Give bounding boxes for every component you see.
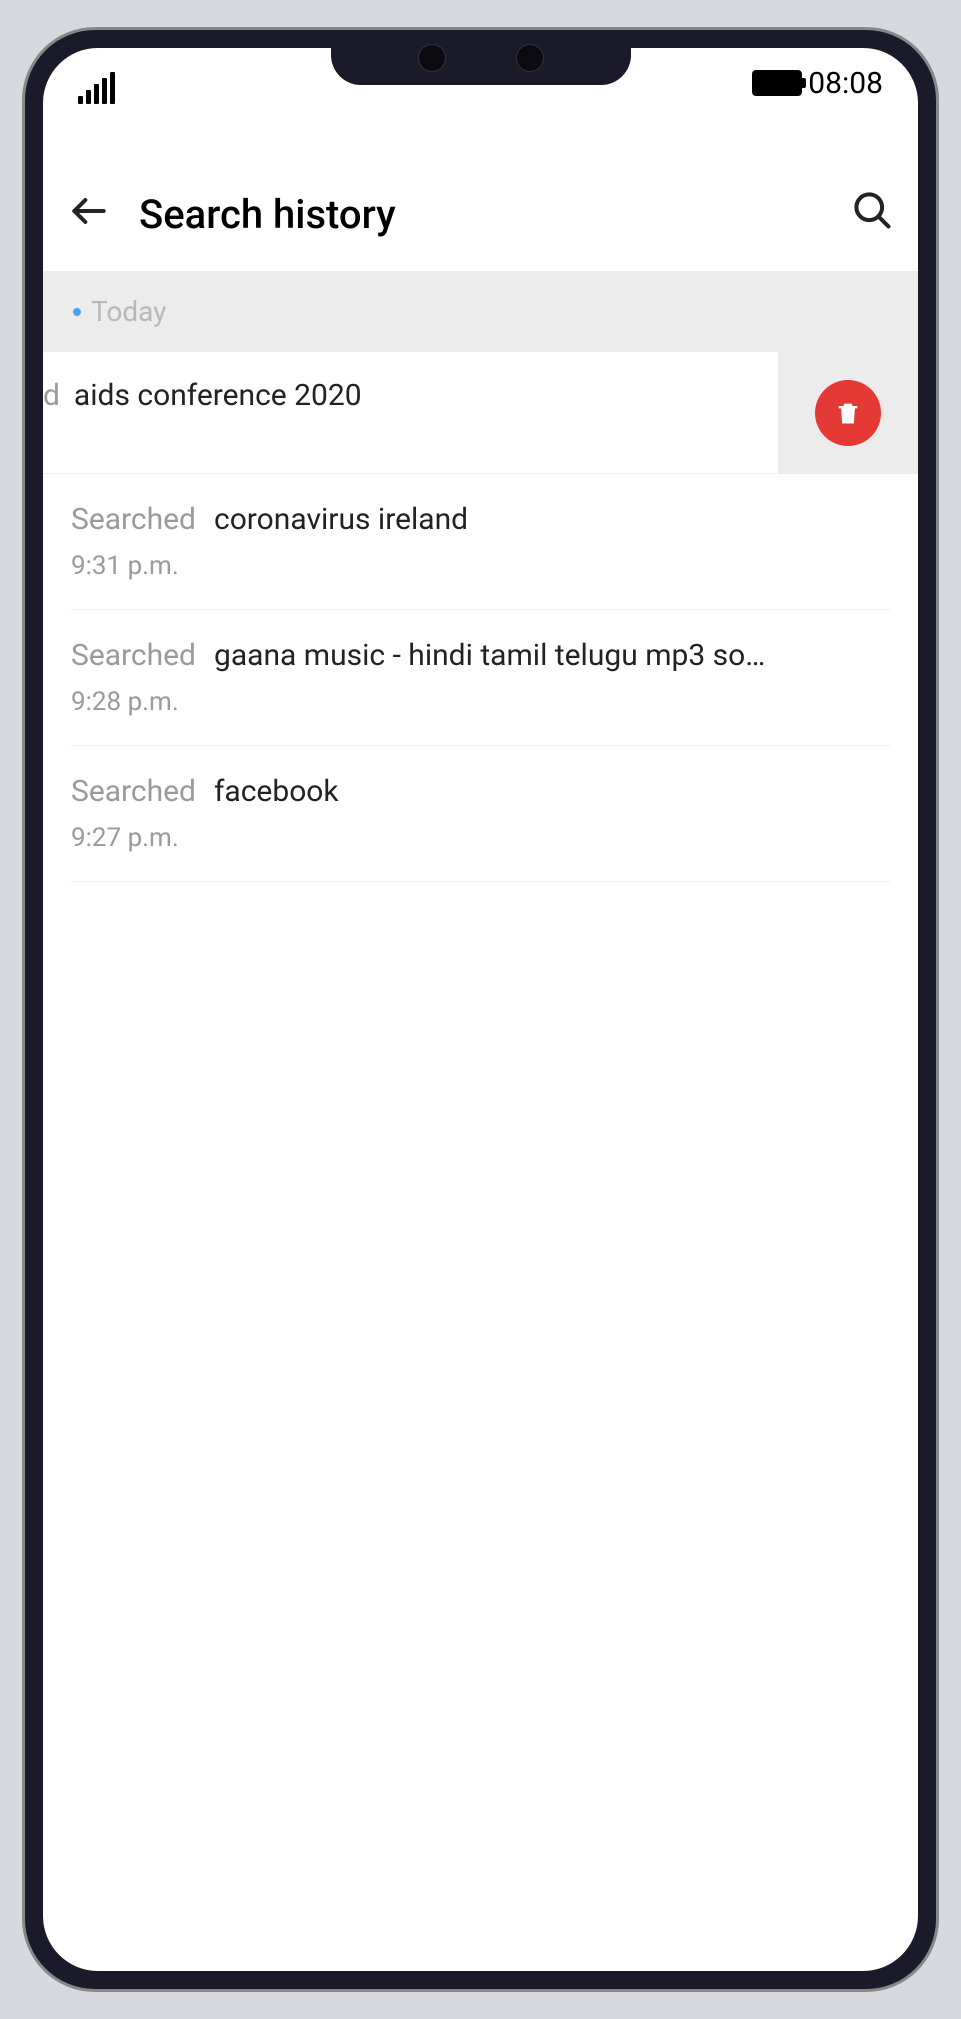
- camera-dot: [516, 44, 544, 72]
- delete-button[interactable]: [815, 380, 881, 446]
- query-text: facebook: [214, 774, 339, 809]
- arrow-left-icon: [67, 189, 111, 233]
- back-button[interactable]: [67, 189, 111, 240]
- row-time: 9:31 p.m.: [71, 551, 890, 581]
- searched-label: Searched: [71, 638, 196, 673]
- section-dot-icon: [73, 308, 81, 316]
- history-row[interactable]: Searched coronavirus ireland 9:31 p.m.: [71, 474, 890, 610]
- searched-label: Searched: [71, 774, 196, 809]
- query-text: coronavirus ireland: [214, 502, 468, 537]
- phone-frame: 08:08 Search history Today d aids confer…: [25, 30, 936, 1989]
- truncated-label: d: [43, 378, 60, 413]
- query-text: gaana music - hindi tamil telugu mp3 son…: [214, 638, 774, 673]
- history-list: Searched coronavirus ireland 9:31 p.m. S…: [43, 474, 918, 882]
- searched-label: Searched: [71, 502, 196, 537]
- row-time: 9:28 p.m.: [71, 687, 890, 717]
- camera-dot: [418, 44, 446, 72]
- phone-screen: 08:08 Search history Today d aids confer…: [43, 48, 918, 1971]
- history-row[interactable]: Searched gaana music - hindi tamil telug…: [71, 610, 890, 746]
- history-row-swiped[interactable]: d aids conference 2020: [43, 352, 918, 474]
- status-right: 08:08: [752, 66, 883, 101]
- history-row-content[interactable]: d aids conference 2020: [43, 352, 778, 474]
- search-icon: [850, 188, 894, 232]
- search-button[interactable]: [850, 188, 894, 241]
- section-label: Today: [91, 295, 166, 328]
- trash-icon: [834, 398, 862, 428]
- clock: 08:08: [808, 66, 883, 101]
- page-title: Search history: [139, 191, 822, 238]
- history-row[interactable]: Searched facebook 9:27 p.m.: [71, 746, 890, 882]
- header-bar: Search history: [43, 178, 918, 271]
- query-text: aids conference 2020: [74, 378, 362, 413]
- notch: [331, 30, 631, 85]
- battery-icon: [752, 70, 802, 96]
- section-header-today: Today: [43, 271, 918, 352]
- row-time: 9:27 p.m.: [71, 823, 890, 853]
- signal-icon: [78, 72, 115, 104]
- delete-area: [778, 352, 918, 474]
